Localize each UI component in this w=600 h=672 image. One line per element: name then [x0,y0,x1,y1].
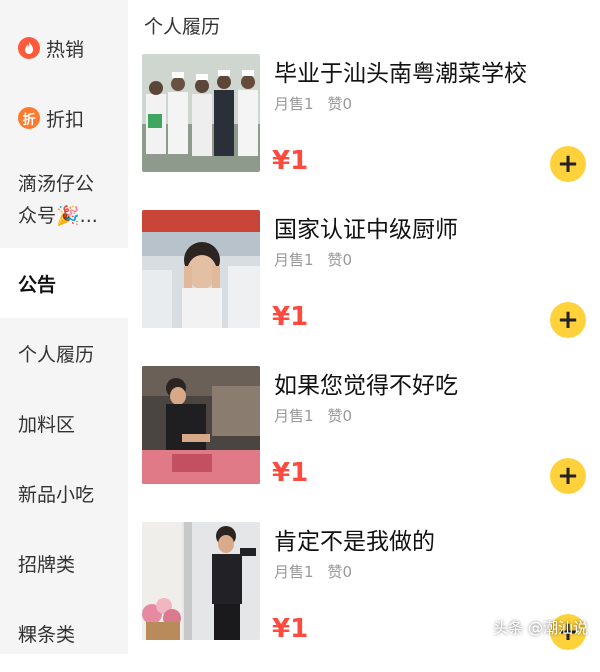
product-list-panel: 个人履历 毕业于汕头南粤潮菜学校 月售1 赞0 ¥1 + 国家认证中级厨师 月售… [128,0,600,654]
product-name: 如果您觉得不好吃 [274,373,458,399]
product-photo [142,54,260,172]
sidebar-item-label: 众号🎉... [18,205,98,227]
sidebar-item-notice[interactable]: 公告 [0,248,128,318]
monthly-sales: 月售1 [274,95,314,113]
product-name: 肯定不是我做的 [274,529,435,555]
product-photo [142,366,260,484]
sidebar-item-discount[interactable]: 折 折扣 [0,88,128,148]
product-price: ¥1 [272,146,309,176]
product-price: ¥1 [272,458,309,488]
product-meta: 月售1 赞0 [274,93,366,114]
sidebar-item-label: 公告 [18,273,57,296]
flame-icon [18,37,40,59]
sidebar-item-label: 热销 [46,38,85,61]
product-meta: 月售1 赞0 [274,249,366,270]
product-item[interactable]: 肯定不是我做的 月售1 赞0 ¥1 + [142,522,598,672]
sidebar-item-label: 粿条类 [18,623,76,646]
sidebar-item-hot[interactable]: 热销 [0,18,128,78]
sidebar-item-resume[interactable]: 个人履历 [0,318,128,388]
add-to-cart-button[interactable]: + [550,302,586,338]
sidebar-item-toppings[interactable]: 加料区 [0,388,128,458]
discount-icon: 折 [18,107,40,129]
monthly-sales: 月售1 [274,407,314,425]
monthly-sales: 月售1 [274,563,314,581]
add-to-cart-button[interactable]: + [550,458,586,494]
monthly-sales: 月售1 [274,251,314,269]
sidebar-item-label: 招牌类 [18,553,76,576]
sidebar-item-label: 折扣 [46,108,85,131]
product-photo [142,522,260,640]
watermark: 头条 @潮汕说 [493,619,588,637]
sidebar-item-label: 新品小吃 [18,483,95,506]
product-price: ¥1 [272,302,309,332]
product-item[interactable]: 如果您觉得不好吃 月售1 赞0 ¥1 + [142,366,598,516]
like-count: 赞0 [327,95,353,113]
like-count: 赞0 [327,407,353,425]
product-item[interactable]: 毕业于汕头南粤潮菜学校 月售1 赞0 ¥1 + [142,54,598,204]
sidebar-item-wechat[interactable]: 滴汤仔公 众号🎉... [0,168,128,238]
product-name: 国家认证中级厨师 [274,217,458,243]
sidebar-item-kway-teow[interactable]: 粿条类 [0,598,128,668]
product-meta: 月售1 赞0 [274,561,366,582]
product-price: ¥1 [272,614,309,644]
sidebar-item-label: 滴汤仔公 [18,173,95,195]
add-to-cart-button[interactable]: + [550,146,586,182]
sidebar-item-label: 加料区 [18,413,76,436]
product-name: 毕业于汕头南粤潮菜学校 [274,61,527,87]
product-meta: 月售1 赞0 [274,405,366,426]
sidebar-item-signature[interactable]: 招牌类 [0,528,128,598]
like-count: 赞0 [327,563,353,581]
product-item[interactable]: 国家认证中级厨师 月售1 赞0 ¥1 + [142,210,598,360]
section-title: 个人履历 [144,16,221,38]
category-sidebar: 热销 折 折扣 滴汤仔公 众号🎉... 公告 个人履历 加料区 新品小吃 招牌类… [0,0,128,654]
sidebar-item-new-snacks[interactable]: 新品小吃 [0,458,128,528]
like-count: 赞0 [327,251,353,269]
product-photo [142,210,260,328]
sidebar-item-label: 个人履历 [18,343,95,366]
